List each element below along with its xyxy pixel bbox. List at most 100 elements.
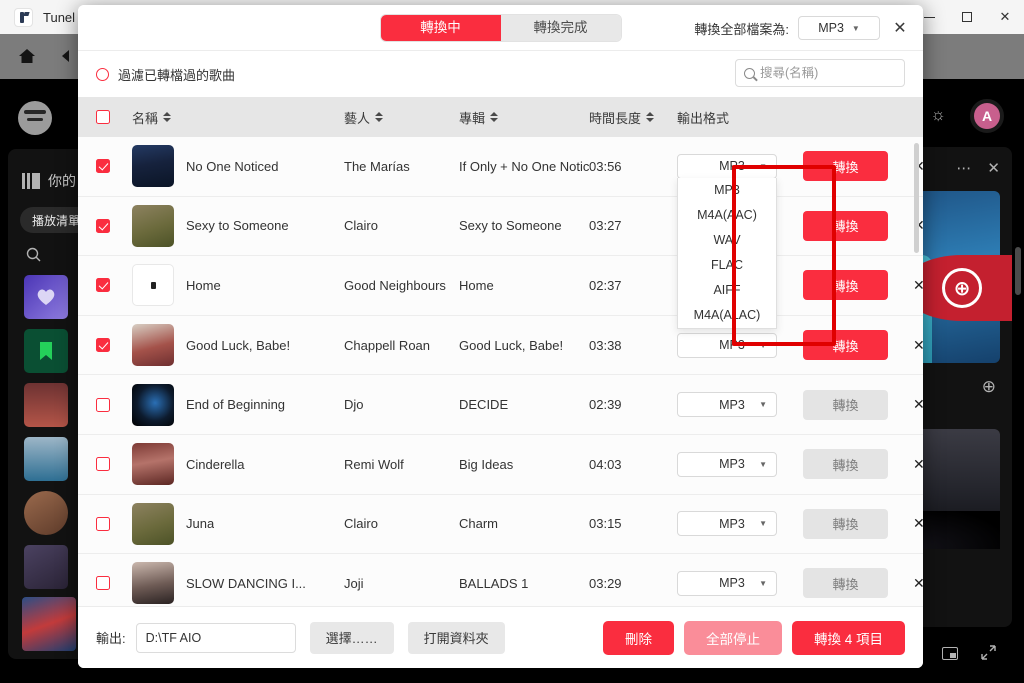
table-row[interactable]: No One Noticed The Marías If Only + No O…: [78, 137, 923, 329]
sidebar-item-playlist-2[interactable]: [24, 437, 68, 481]
column-header-duration[interactable]: 時間長度: [589, 108, 677, 127]
row-select-cell[interactable]: [96, 397, 132, 412]
format-select[interactable]: MP3 ▼: [677, 153, 777, 179]
convert-row-button[interactable]: 轉換: [803, 389, 888, 420]
row-select-cell[interactable]: [96, 159, 132, 174]
format-select[interactable]: MP3 ▼: [677, 392, 777, 418]
sort-icon[interactable]: [375, 112, 384, 122]
sidebar-search-icon[interactable]: [26, 247, 41, 266]
format-option[interactable]: FLAC: [678, 253, 776, 278]
table-row[interactable]: Juna Clairo Charm 03:15 MP3 ▼ 轉換 ✕: [78, 494, 923, 555]
row-checkbox[interactable]: [96, 516, 110, 531]
row-format-cell[interactable]: MP3 ▼: [677, 392, 803, 418]
remove-row-icon[interactable]: ✕: [913, 337, 923, 354]
row-select-cell[interactable]: [96, 516, 132, 531]
sort-icon[interactable]: [490, 112, 499, 122]
dialog-close-button[interactable]: ✕: [889, 17, 911, 39]
row-action-cell[interactable]: 轉換: [803, 330, 913, 361]
format-select[interactable]: MP3 ▼: [677, 451, 777, 477]
open-folder-button[interactable]: 打開資料夾: [407, 621, 505, 654]
close-button[interactable]: ✕: [986, 0, 1024, 34]
search-box[interactable]: [735, 59, 905, 87]
row-remove-cell[interactable]: ✕: [913, 575, 923, 592]
miniplayer-icon[interactable]: [942, 647, 958, 663]
row-remove-cell[interactable]: ✕: [913, 396, 923, 413]
row-select-cell[interactable]: [96, 576, 132, 591]
remove-row-icon[interactable]: ✕: [913, 456, 923, 473]
stop-all-button[interactable]: 全部停止: [683, 620, 782, 655]
sort-icon[interactable]: [163, 112, 172, 122]
format-select[interactable]: MP3 ▼: [677, 332, 777, 358]
home-icon[interactable]: [16, 45, 38, 67]
format-option[interactable]: AIFF: [678, 278, 776, 303]
row-checkbox[interactable]: [96, 159, 110, 174]
back-icon[interactable]: [55, 45, 77, 67]
table-row[interactable]: SLOW DANCING I... Joji BALLADS 1 03:29 M…: [78, 554, 923, 606]
remove-row-icon[interactable]: ✕: [913, 515, 923, 532]
format-select[interactable]: MP3 ▼: [677, 511, 777, 537]
convert-row-button[interactable]: 轉換: [803, 449, 888, 480]
format-option[interactable]: M4A(AAC): [678, 203, 776, 228]
convert-row-button[interactable]: 轉換: [803, 330, 888, 361]
output-path-input[interactable]: [135, 622, 296, 653]
row-action-cell[interactable]: 轉換: [803, 210, 913, 241]
row-action-cell[interactable]: 轉換: [803, 151, 913, 182]
row-remove-cell[interactable]: ✕: [913, 337, 923, 354]
sidebar-item-saved[interactable]: [24, 329, 68, 373]
convert-all-format-select[interactable]: MP3 ▼: [798, 16, 880, 40]
more-options-icon[interactable]: ⋯: [956, 159, 971, 177]
track-table-body[interactable]: No One Noticed The Marías If Only + No O…: [78, 137, 923, 606]
convert-row-button[interactable]: 轉換: [803, 151, 888, 182]
maximize-button[interactable]: [948, 0, 986, 34]
table-row[interactable]: Cinderella Remi Wolf Big Ideas 04:03 MP3…: [78, 434, 923, 495]
tab-group[interactable]: 轉換中 轉換完成: [380, 14, 621, 41]
select-all-cell[interactable]: [96, 110, 132, 124]
column-header-album[interactable]: 專輯: [459, 108, 589, 127]
close-panel-icon[interactable]: ✕: [987, 159, 1000, 177]
row-checkbox[interactable]: [96, 218, 110, 233]
convert-row-button[interactable]: 轉換: [803, 270, 888, 301]
row-format-cell[interactable]: MP3 ▼: [677, 451, 803, 477]
row-checkbox[interactable]: [96, 278, 110, 293]
format-select[interactable]: MP3 ▼: [677, 570, 777, 596]
remove-row-icon[interactable]: ✕: [913, 575, 923, 592]
row-select-cell[interactable]: [96, 278, 132, 293]
row-remove-cell[interactable]: ✕: [913, 515, 923, 532]
convert-row-button[interactable]: 轉換: [803, 508, 888, 539]
sidebar-library-header[interactable]: 你的: [22, 171, 76, 191]
window-controls[interactable]: ✕: [910, 0, 1024, 34]
table-row[interactable]: End of Beginning Djo DECIDE 02:39 MP3 ▼ …: [78, 375, 923, 435]
sort-icon[interactable]: [646, 112, 655, 122]
right-card-controls[interactable]: ⋯ ✕: [956, 159, 1000, 177]
column-header-artist[interactable]: 藝人: [344, 108, 459, 127]
row-action-cell[interactable]: 轉換: [803, 270, 913, 301]
row-format-cell[interactable]: MP3 ▼ MP3 M4A(AAC) WAV FLAC AIFF M4A(ALAC): [677, 153, 803, 329]
table-row[interactable]: Good Luck, Babe! Chappell Roan Good Luck…: [78, 315, 923, 376]
row-checkbox[interactable]: [96, 576, 110, 591]
row-action-cell[interactable]: 轉換: [803, 508, 913, 539]
table-row[interactable]: Sexy to Someone Clairo Sexy to Someone 0…: [78, 196, 923, 257]
convert-row-button[interactable]: 轉換: [803, 568, 888, 599]
format-option[interactable]: M4A(ALAC): [678, 303, 776, 328]
row-format-cell[interactable]: MP3 ▼: [677, 332, 803, 358]
now-playing-artwork[interactable]: [22, 597, 76, 651]
sidebar-item-artist[interactable]: [24, 491, 68, 535]
table-row[interactable]: Home Good Neighbours Home 02:37 MP3 ▼ 轉換…: [78, 256, 923, 316]
format-dropdown-menu[interactable]: MP3 M4A(AAC) WAV FLAC AIFF M4A(ALAC): [677, 177, 777, 329]
row-action-cell[interactable]: 轉換: [803, 568, 913, 599]
column-header-name[interactable]: 名稱: [132, 108, 344, 127]
sidebar-item-playlist-1[interactable]: [24, 383, 68, 427]
row-select-cell[interactable]: [96, 218, 132, 233]
remove-row-icon[interactable]: ✕: [913, 277, 923, 294]
search-input[interactable]: [760, 66, 896, 80]
row-action-cell[interactable]: 轉換: [803, 449, 913, 480]
convert-row-button[interactable]: 轉換: [803, 210, 888, 241]
row-checkbox[interactable]: [96, 338, 110, 353]
tab-completed[interactable]: 轉換完成: [500, 14, 621, 41]
fullscreen-icon[interactable]: [981, 645, 996, 663]
row-checkbox[interactable]: [96, 397, 110, 412]
row-remove-cell[interactable]: ✕: [913, 456, 923, 473]
remove-row-icon[interactable]: ✕: [913, 396, 923, 413]
format-option[interactable]: MP3: [678, 178, 776, 203]
avatar[interactable]: A: [970, 99, 1004, 133]
